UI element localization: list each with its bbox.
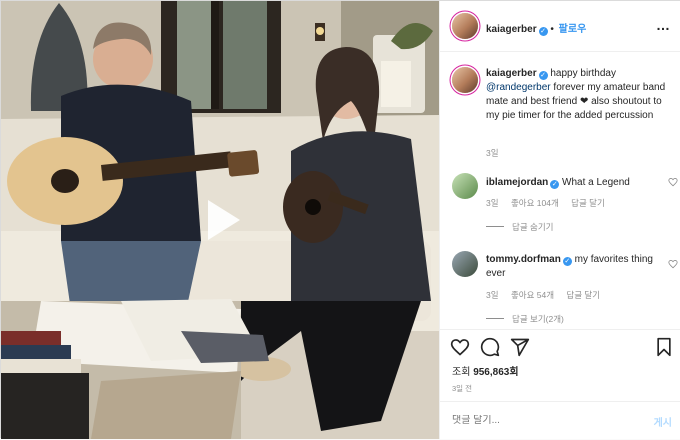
heart-icon[interactable] <box>668 259 678 269</box>
play-button[interactable] <box>196 194 248 246</box>
avatar[interactable] <box>452 251 478 277</box>
replies-divider <box>486 226 504 227</box>
views-label: 조회 <box>452 367 471 378</box>
caption-meta: 3일 <box>486 147 509 159</box>
reply-button[interactable]: 답글 달기 <box>566 290 600 300</box>
avatar[interactable] <box>452 13 478 39</box>
verified-badge-icon: ✓ <box>538 27 548 36</box>
post-age[interactable]: 3일 전 <box>452 383 472 394</box>
caption-text: kaiagerber ✓ happy birthday @randegerber … <box>486 67 668 123</box>
replies-label: 답글 숨기기 <box>512 222 554 232</box>
comment-text: iblamejordan ✓ What a Legend <box>486 176 668 190</box>
caption-time[interactable]: 3일 <box>486 148 499 158</box>
comment-time[interactable]: 3일 <box>486 290 499 300</box>
more-options-icon[interactable]: … <box>656 17 670 33</box>
video-player[interactable] <box>1 1 439 439</box>
comments-list[interactable]: kaiagerber ✓ happy birthday @randegerber … <box>440 53 680 329</box>
play-icon <box>208 200 240 240</box>
header-separator: • <box>550 24 554 35</box>
caption-username[interactable]: kaiagerber <box>486 68 537 79</box>
verified-badge-icon: ✓ <box>550 180 560 189</box>
toggle-replies-button[interactable]: 답글 숨기기 <box>486 221 553 233</box>
verified-badge-icon: ✓ <box>562 257 572 266</box>
toggle-replies-button[interactable]: 답글 보기(2개) <box>486 313 564 325</box>
post-header: kaiagerber ✓ • 팔로우 … <box>440 1 680 52</box>
replies-label: 답글 보기(2개) <box>512 314 564 324</box>
view-count[interactable]: 조회 956,863회 <box>452 363 519 378</box>
caption-text-before: happy birthday <box>550 68 616 79</box>
avatar[interactable] <box>452 173 478 199</box>
comment-time[interactable]: 3일 <box>486 198 499 208</box>
heart-icon[interactable] <box>668 177 678 187</box>
follow-button[interactable]: 팔로우 <box>559 24 587 35</box>
bookmark-icon[interactable] <box>654 337 674 357</box>
comment-input[interactable] <box>452 415 622 426</box>
header-name-row: kaiagerber ✓ • 팔로우 <box>486 20 586 36</box>
avatar[interactable] <box>452 67 478 93</box>
header-username[interactable]: kaiagerber <box>486 24 537 35</box>
caption-mention[interactable]: @randegerber <box>486 82 551 93</box>
comment-username[interactable]: iblamejordan <box>486 177 548 188</box>
comment-body: What a Legend <box>562 177 630 188</box>
post-comment-button[interactable]: 게시 <box>654 414 672 429</box>
comment-meta: 3일 좋아요 54개 답글 달기 <box>486 289 610 301</box>
comment-likes[interactable]: 좋아요 104개 <box>511 198 559 208</box>
comment-meta: 3일 좋아요 104개 답글 달기 <box>486 197 615 209</box>
post-actions: 조회 956,863회 3일 전 게시 <box>440 329 680 439</box>
comment-icon[interactable] <box>480 337 500 357</box>
comment-username[interactable]: tommy.dorfman <box>486 254 561 265</box>
comment-likes[interactable]: 좋아요 54개 <box>511 290 554 300</box>
instagram-post: kaiagerber ✓ • 팔로우 … kaiagerber ✓ happy bi… <box>0 0 680 439</box>
add-comment-bar: 게시 <box>440 401 680 440</box>
heart-icon[interactable] <box>450 337 470 357</box>
views-count: 956,863회 <box>473 367 519 378</box>
comment-text: tommy.dorfman ✓ my favorites thing ever <box>486 253 668 281</box>
reply-button[interactable]: 답글 달기 <box>571 198 605 208</box>
verified-badge-icon: ✓ <box>538 71 548 80</box>
post-side-panel: kaiagerber ✓ • 팔로우 … kaiagerber ✓ happy bi… <box>439 1 680 439</box>
replies-divider <box>486 318 504 319</box>
share-icon[interactable] <box>510 337 530 357</box>
